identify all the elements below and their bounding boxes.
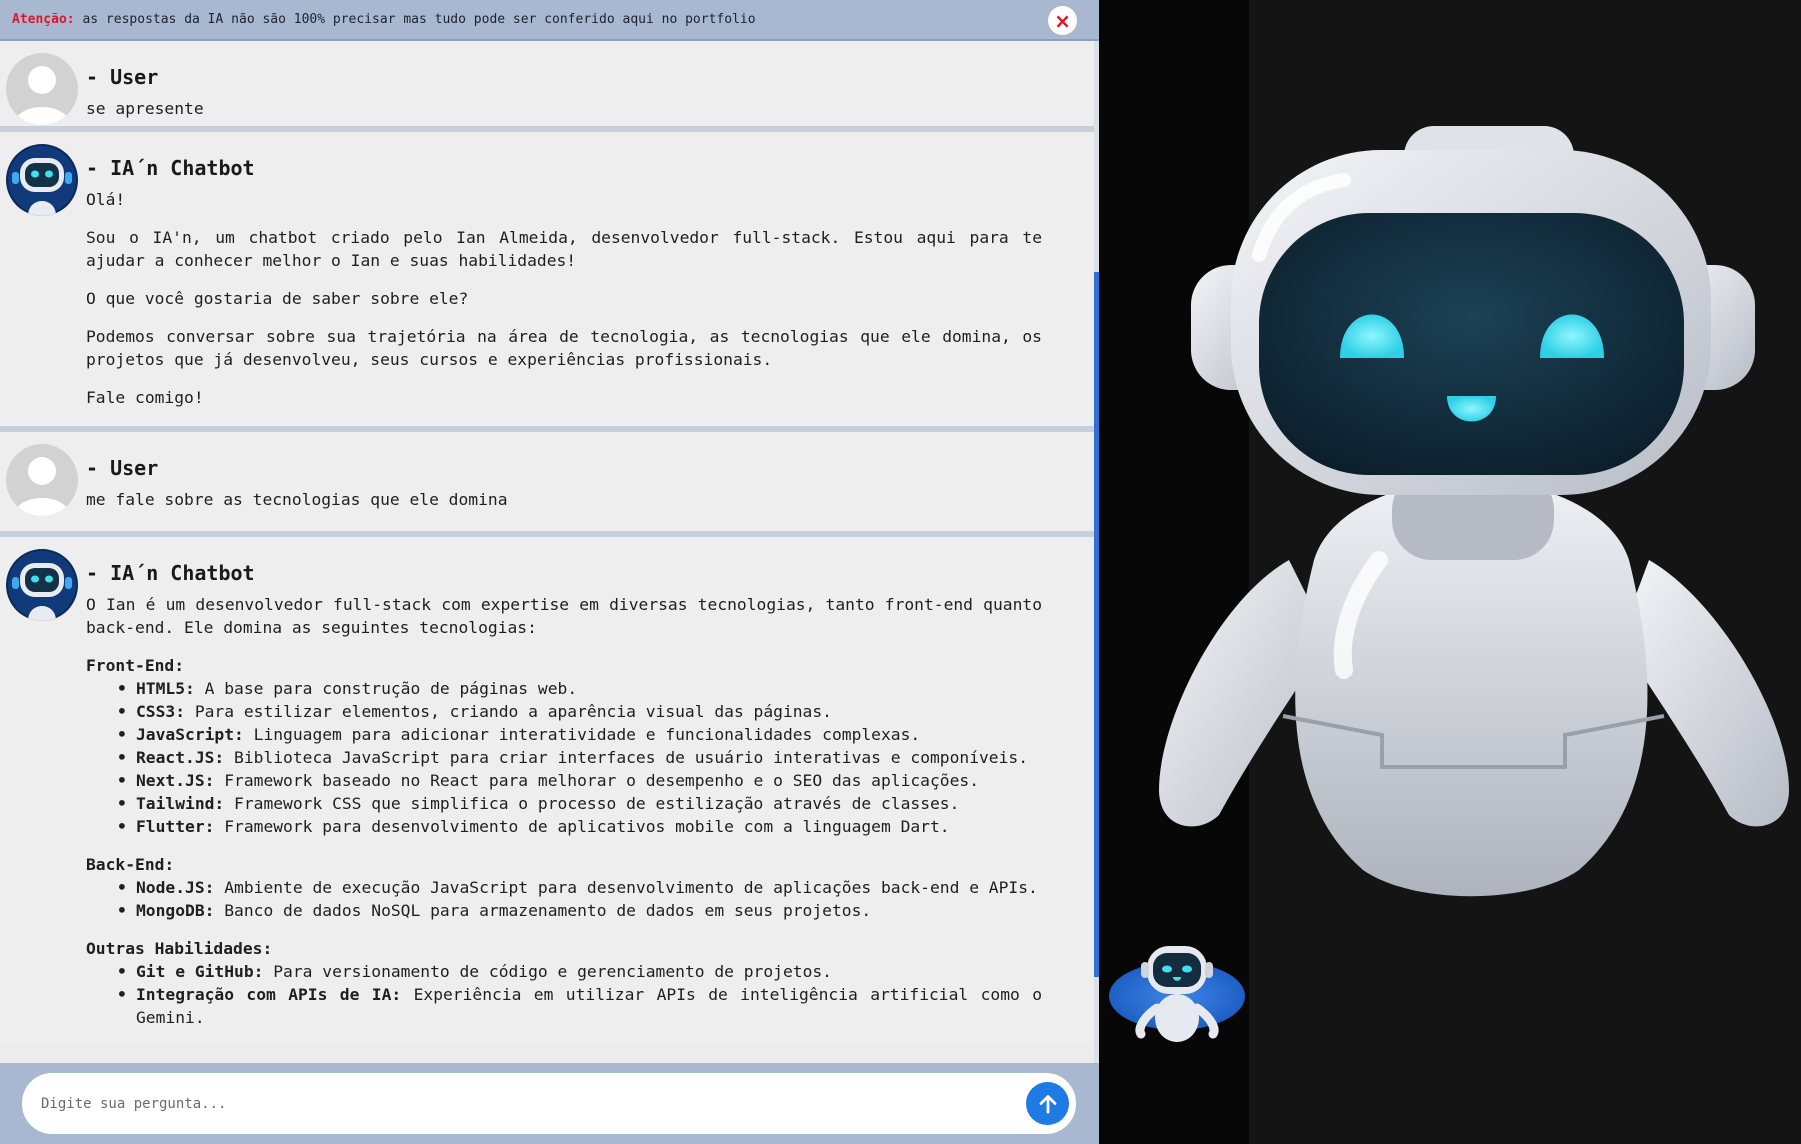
close-icon: ×	[1054, 8, 1071, 33]
tech-name: Tailwind:	[136, 794, 225, 813]
message-paragraph: O que você gostaria de saber sobre ele?	[86, 289, 469, 308]
tech-desc: A base para construção de páginas web.	[204, 679, 578, 698]
message-paragraph: Podemos conversar sobre sua trajetória n…	[86, 327, 1042, 369]
bot-message: - IA´n Chatbot O Ian é um desenvolvedor …	[0, 537, 1094, 1043]
tech-desc: Banco de dados NoSQL para armazenamento …	[224, 901, 872, 920]
warning-text: as respostas da IA não são 100% precisar…	[82, 12, 756, 27]
tech-name: Node.JS:	[136, 878, 215, 897]
message-paragraph: Sou o IA'n, um chatbot criado pelo Ian A…	[86, 228, 1042, 270]
close-warning-button[interactable]: ×	[1048, 6, 1077, 35]
robot-icon	[1109, 946, 1245, 1042]
tech-desc: Framework CSS que simplifica o processo …	[234, 794, 960, 813]
tech-name: CSS3:	[136, 702, 186, 721]
arrow-up-icon	[1039, 1094, 1056, 1113]
warning-banner: Atenção: as respostas da IA não são 100%…	[0, 0, 1099, 41]
question-input-box[interactable]	[22, 1073, 1076, 1134]
message-text: se apresente	[86, 99, 204, 118]
message-paragraph: Olá!	[86, 190, 126, 209]
tech-list: Node.JS: Ambiente de execução JavaScript…	[86, 876, 1042, 922]
tech-name: React.JS:	[136, 748, 225, 767]
message-text: Olá! Sou o IA'n, um chatbot criado pelo …	[86, 188, 1042, 409]
list-item: Node.JS: Ambiente de execução JavaScript…	[117, 876, 1042, 899]
robot-avatar-icon	[6, 144, 78, 216]
question-input[interactable]	[41, 1095, 1001, 1112]
tech-list: Git e GitHub: Para versionamento de códi…	[86, 960, 1042, 1029]
tech-name: Next.JS:	[136, 771, 215, 790]
input-bar	[0, 1063, 1099, 1144]
user-message: - User me fale sobre as tecnologias que …	[0, 432, 1094, 537]
message-sender: - User	[86, 456, 159, 480]
chat-panel: Atenção: as respostas da IA não são 100%…	[0, 0, 1099, 1144]
list-item: Git e GitHub: Para versionamento de códi…	[117, 960, 1042, 983]
list-item: Tailwind: Framework CSS que simplifica o…	[117, 792, 1042, 815]
user-avatar-icon	[6, 53, 78, 125]
tech-list: HTML5: A base para construção de páginas…	[86, 677, 1042, 838]
message-list[interactable]: - User se apresente - IA´n Chatbot Olá! …	[0, 41, 1094, 1063]
list-item: Next.JS: Framework baseado no React para…	[117, 769, 1042, 792]
message-sender: - IA´n Chatbot	[86, 156, 255, 180]
robot-avatar-icon	[6, 549, 78, 621]
list-item: JavaScript: Linguagem para adicionar int…	[117, 723, 1042, 746]
message-sender: - User	[86, 65, 159, 89]
tech-desc: Linguagem para adicionar interatividade …	[253, 725, 921, 744]
message-paragraph: Fale comigo!	[86, 388, 204, 407]
list-item: Flutter: Framework para desenvolvimento …	[117, 815, 1042, 838]
list-item: HTML5: A base para construção de páginas…	[117, 677, 1042, 700]
warning-label: Atenção:	[12, 12, 75, 27]
list-item: MongoDB: Banco de dados NoSQL para armaz…	[117, 899, 1042, 922]
tech-desc: Biblioteca JavaScript para criar interfa…	[234, 748, 1029, 767]
tech-desc: Para estilizar elementos, criando a apar…	[194, 702, 832, 721]
message-text: me fale sobre as tecnologias que ele dom…	[86, 490, 508, 509]
message-sender: - IA´n Chatbot	[86, 561, 255, 585]
list-item: CSS3: Para estilizar elementos, criando …	[117, 700, 1042, 723]
section-title: Front-End:	[86, 656, 185, 675]
tech-name: Flutter:	[136, 817, 215, 836]
tech-name: Integração com APIs de IA:	[136, 985, 402, 1004]
tech-name: HTML5:	[136, 679, 195, 698]
bot-message: - IA´n Chatbot Olá! Sou o IA'n, um chatb…	[0, 132, 1094, 432]
tech-desc: Ambiente de execução JavaScript para des…	[224, 878, 1038, 897]
user-avatar-icon	[6, 444, 78, 516]
section-title: Back-End:	[86, 855, 175, 874]
chatbot-launcher-button[interactable]	[1107, 938, 1249, 1046]
message-text: O Ian é um desenvolvedor full-stack com …	[86, 593, 1042, 1029]
tech-name: JavaScript:	[136, 725, 244, 744]
user-message: - User se apresente	[0, 41, 1094, 132]
list-item: React.JS: Biblioteca JavaScript para cri…	[117, 746, 1042, 769]
tech-name: Git e GitHub:	[136, 962, 264, 981]
tech-desc: Para versionamento de código e gerenciam…	[273, 962, 832, 981]
tech-name: MongoDB:	[136, 901, 215, 920]
list-item: Integração com APIs de IA: Experiência e…	[117, 983, 1042, 1029]
message-intro: O Ian é um desenvolvedor full-stack com …	[86, 595, 1042, 637]
send-button[interactable]	[1026, 1082, 1069, 1125]
tech-desc: Framework para desenvolvimento de aplica…	[224, 817, 950, 836]
tech-desc: Framework baseado no React para melhorar…	[224, 771, 979, 790]
section-title: Outras Habilidades:	[86, 939, 273, 958]
